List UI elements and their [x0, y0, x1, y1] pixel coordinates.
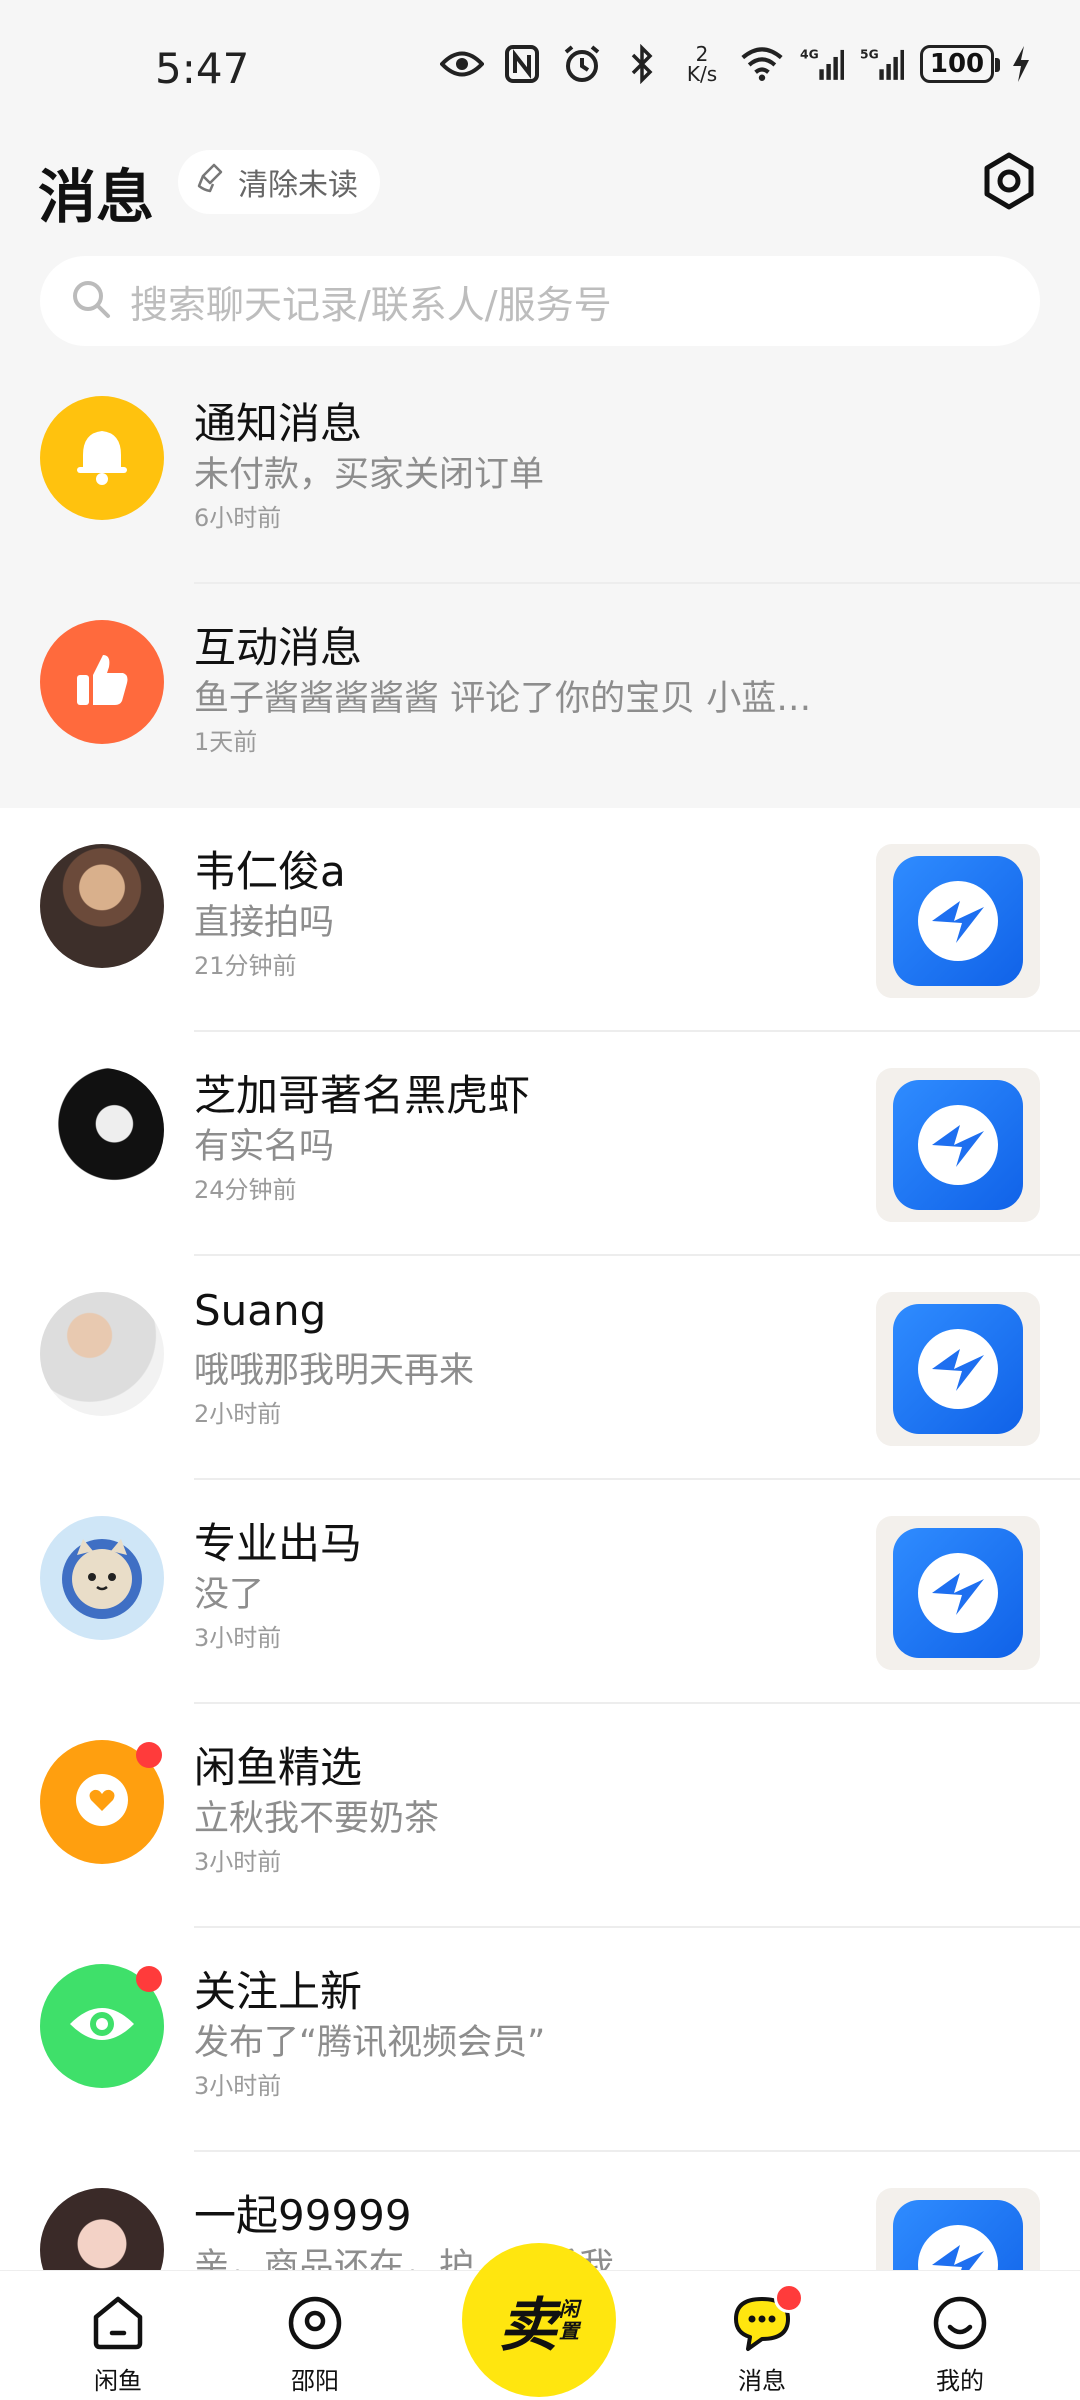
- search-placeholder: 搜索聊天记录/联系人/服务号: [130, 282, 612, 327]
- item-preview: 发布了“腾讯视频会员”: [194, 2023, 546, 2063]
- signal-4g-icon: 4G: [800, 42, 844, 86]
- nav-label: 消息: [738, 2367, 786, 2395]
- item-name: 专业出马: [194, 1519, 363, 1568]
- item-time: 6小时前: [194, 504, 282, 532]
- gear-icon: [979, 151, 1039, 215]
- charging-icon: [1010, 42, 1032, 86]
- interaction-avatar: [40, 620, 164, 744]
- eye-follow-icon: [62, 1984, 142, 2068]
- search-input[interactable]: 搜索聊天记录/联系人/服务号: [40, 256, 1040, 346]
- interaction-messages-item[interactable]: 互动消息 鱼子酱酱酱酱酱 评论了你的宝贝 小蓝… 1天前: [0, 584, 1080, 808]
- notification-avatar: [40, 396, 164, 520]
- broom-icon: [196, 162, 228, 202]
- svg-text:5G: 5G: [860, 48, 879, 62]
- chat-item[interactable]: Suang 哦哦那我明天再来 2小时前: [0, 1256, 1080, 1480]
- item-preview: 立秋我不要奶茶: [194, 1799, 440, 1839]
- avatar: [40, 1516, 164, 1640]
- messages-unread-badge: [774, 2283, 804, 2313]
- chat-item[interactable]: 芝加哥著名黑虎虾 有实名吗 24分钟前: [0, 1032, 1080, 1256]
- sell-sub-2: 置: [559, 2319, 579, 2343]
- nav-home[interactable]: 闲鱼: [58, 2293, 178, 2396]
- unread-badge: [136, 1966, 162, 1992]
- avatar: [40, 1292, 164, 1416]
- item-name: 闲鱼精选: [194, 1743, 363, 1792]
- item-time: 21分钟前: [194, 952, 297, 980]
- thumbs-up-icon: [67, 645, 137, 719]
- search-icon: [70, 278, 112, 324]
- item-name: 关注上新: [194, 1967, 363, 2016]
- svg-text:4G: 4G: [800, 48, 819, 62]
- signal-5g-icon: 5G: [860, 42, 904, 86]
- chat-item[interactable]: 专业出马 没了 3小时前: [0, 1480, 1080, 1704]
- item-preview: 鱼子酱酱酱酱酱 评论了你的宝贝 小蓝…: [194, 679, 812, 719]
- product-thumbnail[interactable]: [876, 1068, 1040, 1222]
- status-icons: 2 K/s 4G 5G 100: [440, 42, 1032, 86]
- app-logo-icon: [893, 1304, 1023, 1434]
- status-bar: 5:47 2 K/s 4G 5G 100: [0, 0, 1080, 140]
- item-name: 一起99999: [194, 2191, 412, 2240]
- sell-button[interactable]: 卖 闲 置: [462, 2243, 616, 2397]
- settings-button[interactable]: [976, 150, 1042, 216]
- app-logo-icon: [893, 856, 1023, 986]
- eye-icon: [440, 42, 484, 86]
- nav-label: 闲鱼: [94, 2367, 142, 2395]
- item-name: 韦仁俊a: [194, 847, 346, 896]
- item-name: 通知消息: [194, 399, 363, 448]
- item-preview: 没了: [194, 1575, 265, 1615]
- cat-avatar-icon: [47, 1521, 157, 1635]
- nav-label: 我的: [936, 2367, 984, 2395]
- item-preview: 哦哦那我明天再来: [194, 1351, 475, 1391]
- item-preview: 未付款，买家关闭订单: [194, 455, 545, 495]
- net-speed: 2 K/s: [686, 42, 718, 86]
- nav-messages[interactable]: 消息: [702, 2293, 822, 2396]
- item-preview: 直接拍吗: [194, 903, 335, 943]
- heart-icon: [67, 1765, 137, 1839]
- item-time: 1天前: [194, 728, 258, 756]
- clear-unread-button[interactable]: 清除未读: [178, 150, 380, 214]
- chat-item[interactable]: 关注上新 发布了“腾讯视频会员” 3小时前: [0, 1928, 1080, 2152]
- unread-badge: [136, 1742, 162, 1768]
- item-preview: 有实名吗: [194, 1127, 335, 1167]
- battery-indicator: 100: [920, 45, 1000, 83]
- message-list: 通知消息 未付款，买家关闭订单 6小时前 互动消息 鱼子酱酱酱酱酱 评论了你的宝…: [0, 360, 1080, 2376]
- sell-main-label: 卖: [498, 2291, 557, 2359]
- item-name: 互动消息: [194, 623, 363, 672]
- item-time: 3小时前: [194, 1848, 282, 1876]
- home-icon: [88, 2293, 148, 2357]
- product-thumbnail[interactable]: [876, 1292, 1040, 1446]
- notification-messages-item[interactable]: 通知消息 未付款，买家关闭订单 6小时前: [0, 360, 1080, 584]
- product-thumbnail[interactable]: [876, 844, 1040, 998]
- bluetooth-icon: [620, 42, 664, 86]
- avatar: [40, 844, 164, 968]
- sell-sub-label: 闲 置: [557, 2298, 579, 2342]
- item-name: 芝加哥著名黑虎虾: [194, 1071, 531, 1120]
- nfc-icon: [500, 42, 544, 86]
- bell-icon: [67, 421, 137, 495]
- product-thumbnail[interactable]: [876, 1516, 1040, 1670]
- nav-me[interactable]: 我的: [900, 2293, 1020, 2396]
- clear-unread-label: 清除未读: [238, 168, 358, 203]
- item-name: Suang: [194, 1286, 327, 1335]
- status-time: 5:47: [155, 44, 250, 93]
- sell-sub-1: 闲: [559, 2297, 579, 2321]
- alarm-icon: [560, 42, 604, 86]
- item-time: 3小时前: [194, 1624, 282, 1652]
- app-logo-icon: [893, 1080, 1023, 1210]
- smile-icon: [930, 2293, 990, 2357]
- nav-label: 邵阳: [291, 2367, 339, 2395]
- header: 消息 清除未读: [0, 140, 1080, 250]
- nav-local[interactable]: 邵阳: [255, 2293, 375, 2396]
- item-time: 24分钟前: [194, 1176, 297, 1204]
- wifi-icon: [740, 42, 784, 86]
- avatar: [40, 1068, 164, 1192]
- app-logo-icon: [893, 1528, 1023, 1658]
- page-title: 消息: [38, 163, 155, 231]
- location-icon: [285, 2293, 345, 2357]
- bottom-nav: 闲鱼 邵阳 卖 闲 置 消息 我的: [0, 2243, 1080, 2400]
- item-time: 3小时前: [194, 2072, 282, 2100]
- item-time: 2小时前: [194, 1400, 282, 1428]
- chat-item[interactable]: 闲鱼精选 立秋我不要奶茶 3小时前: [0, 1704, 1080, 1928]
- chat-item[interactable]: 韦仁俊a 直接拍吗 21分钟前: [0, 808, 1080, 1032]
